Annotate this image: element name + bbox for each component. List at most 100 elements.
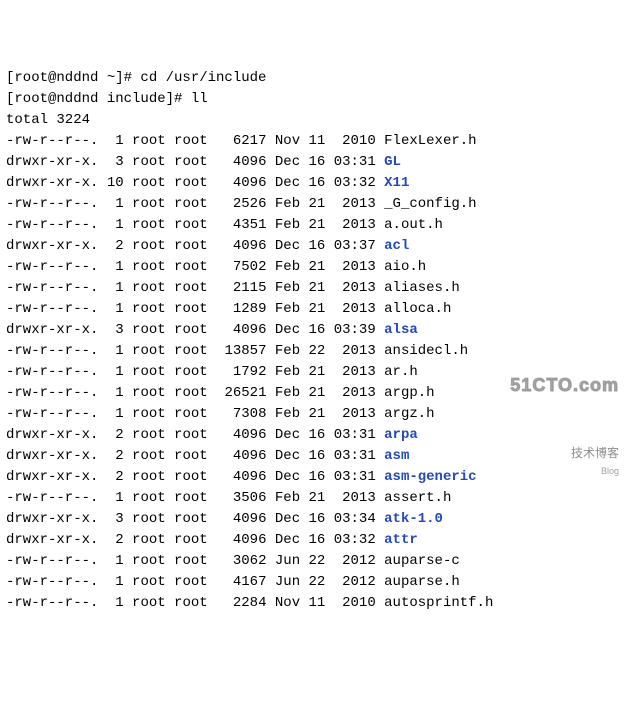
total-line: total 3224	[6, 110, 619, 131]
file-time: 03:31	[325, 469, 375, 485]
file-owner: root	[124, 154, 166, 170]
file-month: Feb	[266, 364, 300, 380]
listing-row: -rw-r--r--. 1 root root 3506 Feb 21 2013…	[6, 488, 619, 509]
file-size: 4096	[208, 322, 267, 338]
file-month: Feb	[266, 217, 300, 233]
file-month: Dec	[266, 448, 300, 464]
file-group: root	[166, 301, 208, 317]
file-owner: root	[124, 595, 166, 611]
file-owner: root	[124, 364, 166, 380]
file-links: 1	[98, 574, 123, 590]
file-owner: root	[124, 532, 166, 548]
file-group: root	[166, 427, 208, 443]
listing-row: -rw-r--r--. 1 root root 13857 Feb 22 201…	[6, 341, 619, 362]
spacer	[376, 280, 384, 296]
spacer	[376, 217, 384, 233]
file-links: 1	[98, 595, 123, 611]
file-permissions: -rw-r--r--.	[6, 364, 98, 380]
file-group: root	[166, 511, 208, 527]
file-name: argz.h	[384, 406, 434, 422]
file-permissions: -rw-r--r--.	[6, 553, 98, 569]
file-links: 1	[98, 259, 123, 275]
file-day: 21	[300, 490, 325, 506]
file-month: Jun	[266, 553, 300, 569]
file-day: 11	[300, 595, 325, 611]
file-month: Nov	[266, 595, 300, 611]
file-group: root	[166, 196, 208, 212]
file-size: 4096	[208, 511, 267, 527]
spacer	[376, 532, 384, 548]
file-day: 16	[300, 154, 325, 170]
file-day: 21	[300, 406, 325, 422]
file-day: 11	[300, 133, 325, 149]
file-month: Feb	[266, 196, 300, 212]
spacer	[376, 343, 384, 359]
file-name: argp.h	[384, 385, 434, 401]
directory-name: GL	[384, 154, 401, 170]
file-month: Dec	[266, 511, 300, 527]
file-name: assert.h	[384, 490, 451, 506]
listing-row: -rw-r--r--. 1 root root 3062 Jun 22 2012…	[6, 551, 619, 572]
file-owner: root	[124, 322, 166, 338]
file-permissions: drwxr-xr-x.	[6, 154, 98, 170]
spacer	[376, 574, 384, 590]
file-size: 1289	[208, 301, 267, 317]
file-owner: root	[124, 385, 166, 401]
file-time: 2013	[325, 490, 375, 506]
file-permissions: drwxr-xr-x.	[6, 175, 98, 191]
file-permissions: drwxr-xr-x.	[6, 532, 98, 548]
file-links: 2	[98, 532, 123, 548]
file-links: 1	[98, 364, 123, 380]
file-group: root	[166, 133, 208, 149]
file-day: 16	[300, 427, 325, 443]
file-day: 21	[300, 385, 325, 401]
file-day: 16	[300, 322, 325, 338]
file-month: Feb	[266, 406, 300, 422]
file-size: 4096	[208, 427, 267, 443]
file-links: 1	[98, 133, 123, 149]
file-day: 16	[300, 175, 325, 191]
spacer	[376, 406, 384, 422]
spacer	[376, 595, 384, 611]
file-name: aliases.h	[384, 280, 460, 296]
file-links: 2	[98, 448, 123, 464]
file-size: 6217	[208, 133, 267, 149]
file-month: Jun	[266, 574, 300, 590]
file-permissions: -rw-r--r--.	[6, 343, 98, 359]
file-time: 03:39	[325, 322, 375, 338]
directory-name: acl	[384, 238, 409, 254]
command-text: cd /usr/include	[140, 70, 266, 86]
shell-prompt: [root@nddnd ~]#	[6, 70, 140, 86]
file-group: root	[166, 385, 208, 401]
terminal-output[interactable]: [root@nddnd ~]# cd /usr/include[root@ndd…	[6, 68, 619, 614]
file-permissions: -rw-r--r--.	[6, 280, 98, 296]
file-group: root	[166, 217, 208, 233]
file-size: 7308	[208, 406, 267, 422]
file-permissions: drwxr-xr-x.	[6, 238, 98, 254]
file-size: 4096	[208, 154, 267, 170]
file-day: 21	[300, 364, 325, 380]
file-time: 03:37	[325, 238, 375, 254]
directory-name: X11	[384, 175, 409, 191]
listing-row: drwxr-xr-x. 2 root root 4096 Dec 16 03:3…	[6, 425, 619, 446]
file-group: root	[166, 154, 208, 170]
spacer	[376, 448, 384, 464]
file-size: 4096	[208, 469, 267, 485]
file-group: root	[166, 322, 208, 338]
file-day: 22	[300, 574, 325, 590]
file-size: 3506	[208, 490, 267, 506]
file-links: 1	[98, 553, 123, 569]
spacer	[376, 154, 384, 170]
prompt-line: [root@nddnd ~]# cd /usr/include	[6, 68, 619, 89]
file-month: Feb	[266, 385, 300, 401]
file-owner: root	[124, 427, 166, 443]
file-month: Feb	[266, 280, 300, 296]
file-time: 2010	[325, 595, 375, 611]
file-size: 4351	[208, 217, 267, 233]
file-group: root	[166, 574, 208, 590]
file-permissions: drwxr-xr-x.	[6, 469, 98, 485]
file-owner: root	[124, 217, 166, 233]
file-group: root	[166, 595, 208, 611]
prompt-line: [root@nddnd include]# ll	[6, 89, 619, 110]
file-permissions: drwxr-xr-x.	[6, 448, 98, 464]
